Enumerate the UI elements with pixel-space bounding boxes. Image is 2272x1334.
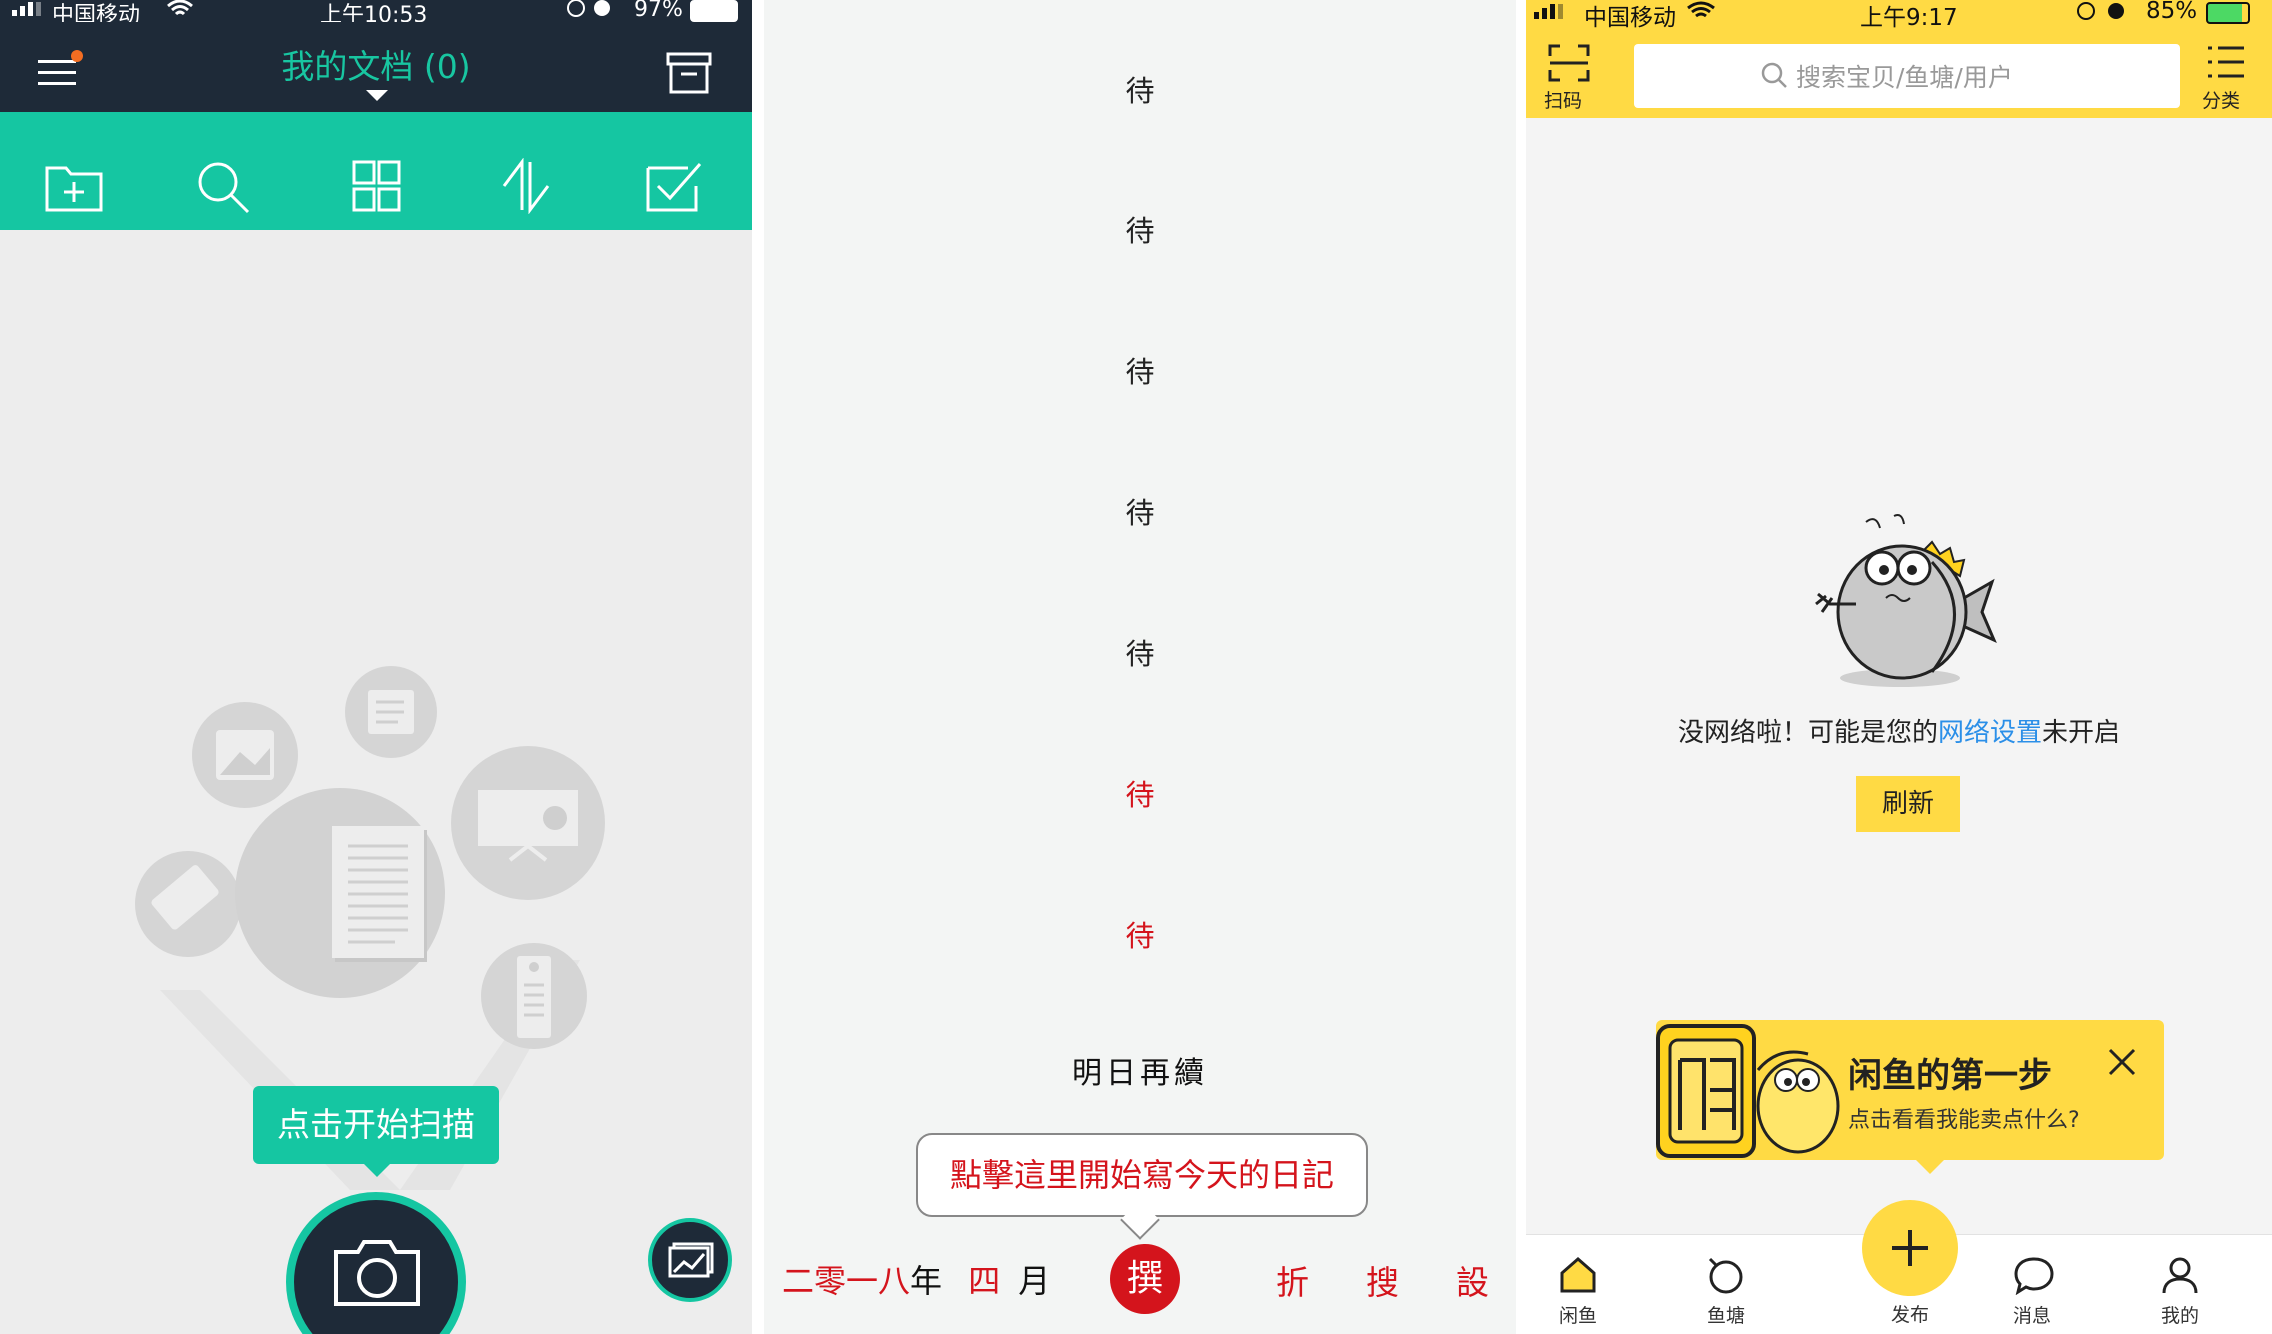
camera-icon (334, 1240, 420, 1306)
tab-pond[interactable]: 鱼塘 (1676, 1235, 1776, 1334)
scan-tip: 点击开始扫描 (253, 1086, 499, 1177)
offline-message: 没网络啦！可能是您的网络设置未开启 (1526, 712, 2272, 749)
search-button[interactable]: 搜 (1366, 1256, 1399, 1304)
diary-app-screen: 待 待 待 待 待 待 待 明日再續 點擊這里開始寫今天的日記 二零一八年 四月… (764, 0, 1516, 1334)
lock-alarm-icons (2077, 2, 2124, 20)
fold-button[interactable]: 折 (1276, 1256, 1309, 1304)
carrier-label: 中国移动 (1584, 5, 1676, 31)
wifi-icon (1687, 1, 1715, 18)
home-icon (1560, 1257, 1596, 1293)
settings-button[interactable]: 設 (1456, 1256, 1489, 1304)
scanner-app-screen: 中国移动 上午10:53 97% 我的文档 (0) 点击开始扫描 (0, 0, 752, 1334)
tab-label: 消息 (2012, 1305, 2051, 1327)
tab-label: 我的 (2160, 1305, 2199, 1327)
publish-button[interactable] (1862, 1200, 1958, 1296)
category-label[interactable]: 分类 (2202, 86, 2240, 113)
profile-icon (2162, 1257, 2198, 1294)
clock: 上午9:17 (1860, 5, 1958, 31)
refresh-button[interactable]: 刷新 (1856, 776, 1960, 832)
search-icon (1761, 62, 1787, 88)
gallery-button[interactable] (648, 1218, 732, 1302)
month-value: 四 (968, 1262, 1001, 1300)
year-unit: 年 (910, 1262, 943, 1300)
tab-xianyu[interactable]: 闲鱼 (1528, 1235, 1628, 1334)
publish-label[interactable]: 发布 (1860, 1300, 1960, 1327)
date-selector[interactable]: 二零一八年 四月 (782, 1256, 1050, 1302)
signal-icon (1534, 4, 1563, 19)
promo-subtitle: 点击看看我能卖点什么? (1848, 1108, 2080, 1133)
day-entry[interactable]: 待 (764, 349, 1516, 391)
resume-text: 明日再續 (1072, 1056, 1208, 1091)
day-entry-weekend[interactable]: 待 (764, 772, 1516, 814)
write-tip: 點擊這里開始寫今天的日記 (916, 1133, 1368, 1217)
status-bar: 中国移动 上午9:17 85% (1526, 0, 2272, 31)
offline-text-pre: 没网络啦！可能是您的 (1677, 718, 1938, 748)
search-input[interactable]: 搜索宝贝/鱼塘/用户 (1634, 44, 2180, 108)
close-icon[interactable] (2106, 1046, 2138, 1078)
day-entry[interactable]: 待 (764, 490, 1516, 532)
first-step-banner[interactable]: 闲鱼的第一步 点击看看我能卖点什么? (1656, 1020, 2164, 1174)
header: 中国移动 上午9:17 85% 扫码 搜索宝贝/鱼塘/用户 分类 (1526, 0, 2272, 118)
tab-profile[interactable]: 我的 (2130, 1235, 2230, 1334)
battery-label: 85% (2146, 0, 2198, 24)
message-icon (2014, 1257, 2054, 1295)
scan-label[interactable]: 扫码 (1544, 86, 1582, 113)
tab-label: 鱼塘 (1706, 1305, 1745, 1327)
scan-icon[interactable] (1548, 44, 1590, 82)
xianyu-app-screen: 中国移动 上午9:17 85% 扫码 搜索宝贝/鱼塘/用户 分类 没网络啦！可能… (1526, 0, 2272, 1334)
network-settings-link[interactable]: 网络设置 (1938, 718, 2042, 748)
day-entry[interactable]: 待 (764, 631, 1516, 673)
fish-mascot-illustration (1815, 514, 1997, 687)
promo-title: 闲鱼的第一步 (1848, 1056, 2052, 1096)
gallery-icon (668, 1242, 714, 1278)
day-entry[interactable]: 待 (764, 208, 1516, 250)
month-unit: 月 (1018, 1262, 1051, 1300)
year-value: 二零一八 (782, 1262, 911, 1300)
tab-messages[interactable]: 消息 (1982, 1235, 2082, 1334)
compose-button[interactable]: 撰 (1110, 1244, 1180, 1314)
tab-label: 闲鱼 (1558, 1305, 1597, 1327)
pond-icon (1708, 1257, 1743, 1294)
category-icon[interactable] (2206, 44, 2246, 80)
mascot-sign-illustration (1656, 1024, 1840, 1158)
plus-icon (1892, 1230, 1928, 1266)
day-entry-weekend[interactable]: 待 (764, 913, 1516, 955)
offline-text-post: 未开启 (2042, 718, 2121, 748)
day-entry[interactable]: 待 (764, 68, 1516, 110)
search-placeholder: 搜索宝贝/鱼塘/用户 (1796, 63, 2013, 92)
battery-icon (2206, 2, 2250, 24)
